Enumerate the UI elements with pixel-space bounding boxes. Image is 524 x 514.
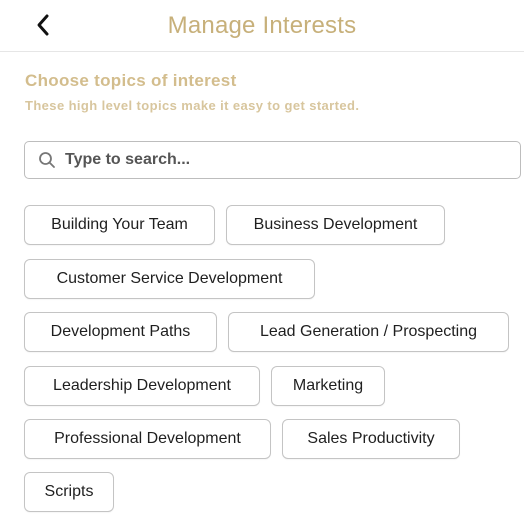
- search-icon: [37, 150, 57, 170]
- topic-chip-marketing[interactable]: Marketing: [271, 366, 385, 406]
- topic-chip-building-your-team[interactable]: Building Your Team: [24, 205, 215, 245]
- topic-chip-development-paths[interactable]: Development Paths: [24, 312, 217, 352]
- topic-chip-sales-productivity[interactable]: Sales Productivity: [282, 419, 460, 459]
- search-input[interactable]: [65, 151, 505, 169]
- page-title: Manage Interests: [167, 12, 357, 39]
- topic-chip-lead-generation-prospecting[interactable]: Lead Generation / Prospecting: [228, 312, 509, 352]
- section-title: Choose topics of interest: [25, 71, 237, 90]
- topic-chip-leadership-development[interactable]: Leadership Development: [24, 366, 260, 406]
- topic-chip-scripts[interactable]: Scripts: [24, 472, 114, 512]
- section-subtitle: These high level topics make it easy to …: [25, 98, 360, 113]
- topic-chip-customer-service-development[interactable]: Customer Service Development: [24, 259, 315, 299]
- header-bar: Manage Interests: [0, 0, 524, 52]
- topic-chip-business-development[interactable]: Business Development: [226, 205, 445, 245]
- topic-chip-professional-development[interactable]: Professional Development: [24, 419, 271, 459]
- search-box[interactable]: [24, 141, 521, 179]
